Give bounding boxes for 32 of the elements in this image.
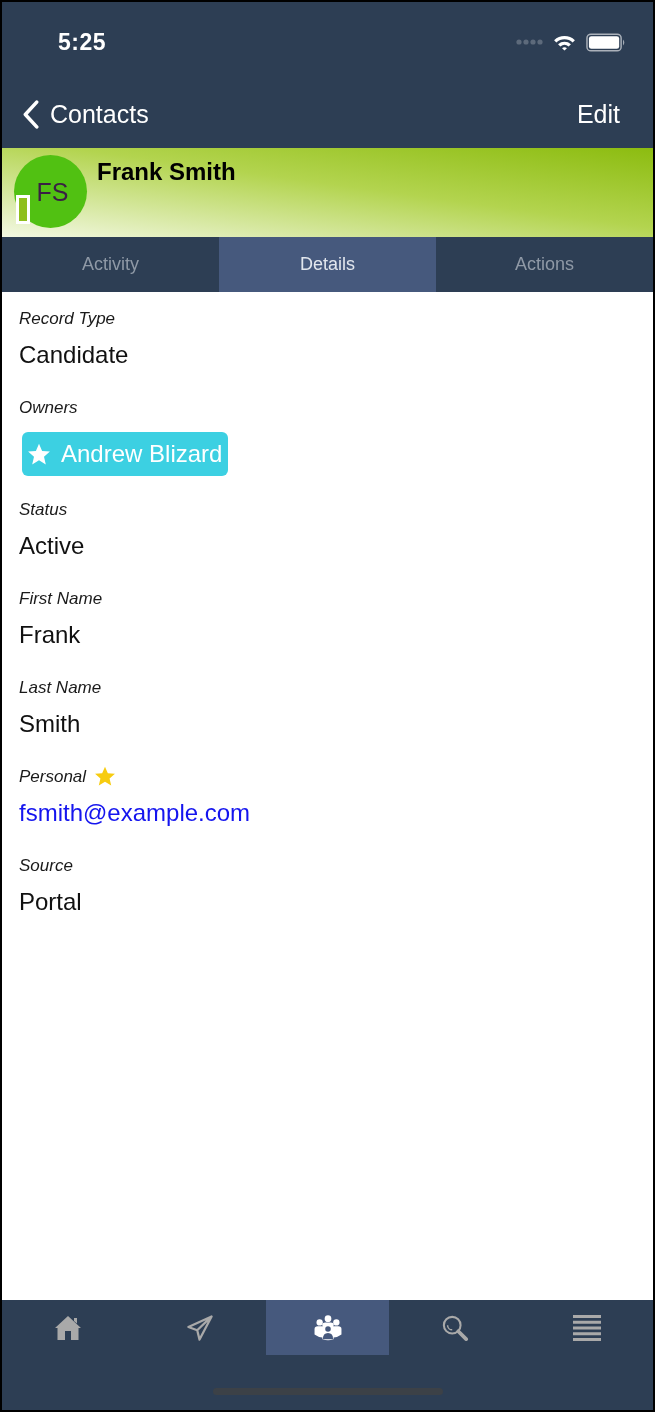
tab[interactable]: Details	[219, 237, 436, 292]
field-value: Active	[19, 532, 85, 560]
edit-button[interactable]: Edit	[576, 99, 620, 129]
battery-icon	[586, 32, 626, 52]
house-icon	[54, 1314, 82, 1341]
field-value: Frank	[19, 621, 81, 649]
field-label: Record Type	[19, 309, 116, 329]
signal-icon	[516, 39, 543, 45]
status-time: 5:25	[58, 28, 107, 56]
email-link[interactable]: fsmith@example.com	[19, 799, 251, 827]
marker-icon	[16, 195, 30, 224]
field-label: Owners	[19, 398, 78, 418]
field-label: First Name	[19, 589, 103, 609]
avatar: FS	[14, 155, 87, 228]
field-value: Portal	[19, 888, 82, 916]
back-button[interactable]: Contacts	[22, 99, 149, 129]
menu-icon	[573, 1314, 601, 1341]
field-value: Candidate	[19, 341, 129, 369]
wifi-icon	[553, 33, 576, 51]
field-label: Source	[19, 856, 73, 876]
back-label: Contacts	[50, 99, 149, 129]
people-tab[interactable]	[266, 1300, 389, 1355]
star-icon	[27, 442, 51, 466]
paper-plane-icon	[186, 1314, 214, 1341]
search-icon	[441, 1314, 469, 1341]
field-label: Last Name	[19, 678, 102, 698]
field-label: Status	[19, 500, 68, 520]
field-value: Smith	[19, 710, 81, 738]
contact-name: Frank Smith	[97, 158, 236, 186]
back-chevron-icon	[22, 99, 39, 129]
field-label: Personal	[19, 767, 87, 787]
people-icon	[313, 1314, 342, 1341]
